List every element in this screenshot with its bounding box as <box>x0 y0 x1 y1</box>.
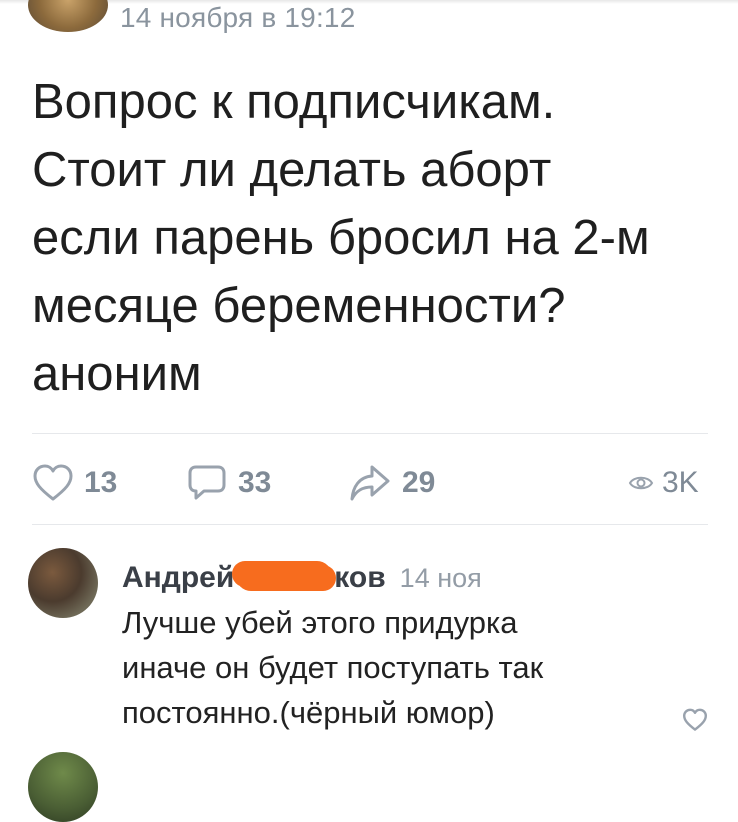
heart-icon <box>32 463 74 503</box>
commenter-avatar[interactable] <box>28 548 98 618</box>
views-indicator: 3K <box>628 458 699 508</box>
divider-bottom <box>32 524 708 525</box>
author-avatar[interactable] <box>28 0 108 32</box>
post-date[interactable]: 14 ноября в 19:12 <box>120 2 355 34</box>
comment-count: 33 <box>238 466 272 499</box>
comment-like-button[interactable] <box>682 708 708 737</box>
commenter-last-name: ков <box>334 561 386 594</box>
commenter-name[interactable]: Андрей ков <box>122 557 386 595</box>
like-count: 13 <box>84 466 118 499</box>
like-button[interactable]: 13 <box>32 458 117 508</box>
comment-button[interactable]: 33 <box>186 458 271 508</box>
views-count: 3K <box>662 466 699 499</box>
heart-icon <box>682 708 708 736</box>
top-shadow <box>0 0 738 4</box>
post-text: Вопрос к подписчикам. Стоит ли делать аб… <box>32 75 650 401</box>
share-arrow-icon <box>348 463 392 503</box>
eye-icon <box>628 473 654 493</box>
repost-count: 29 <box>402 466 436 499</box>
speech-bubble-icon <box>186 463 228 503</box>
divider-top <box>32 433 708 434</box>
comment-header: Андрей ков 14 ноя <box>122 557 482 595</box>
repost-button[interactable]: 29 <box>348 458 435 508</box>
comment-text: Лучше убей этого придурка иначе он будет… <box>122 605 544 730</box>
redaction-mark <box>236 561 333 591</box>
next-commenter-avatar[interactable] <box>28 752 98 822</box>
comment-time[interactable]: 14 ноя <box>400 563 482 594</box>
commenter-first-name: Андрей <box>122 561 235 594</box>
